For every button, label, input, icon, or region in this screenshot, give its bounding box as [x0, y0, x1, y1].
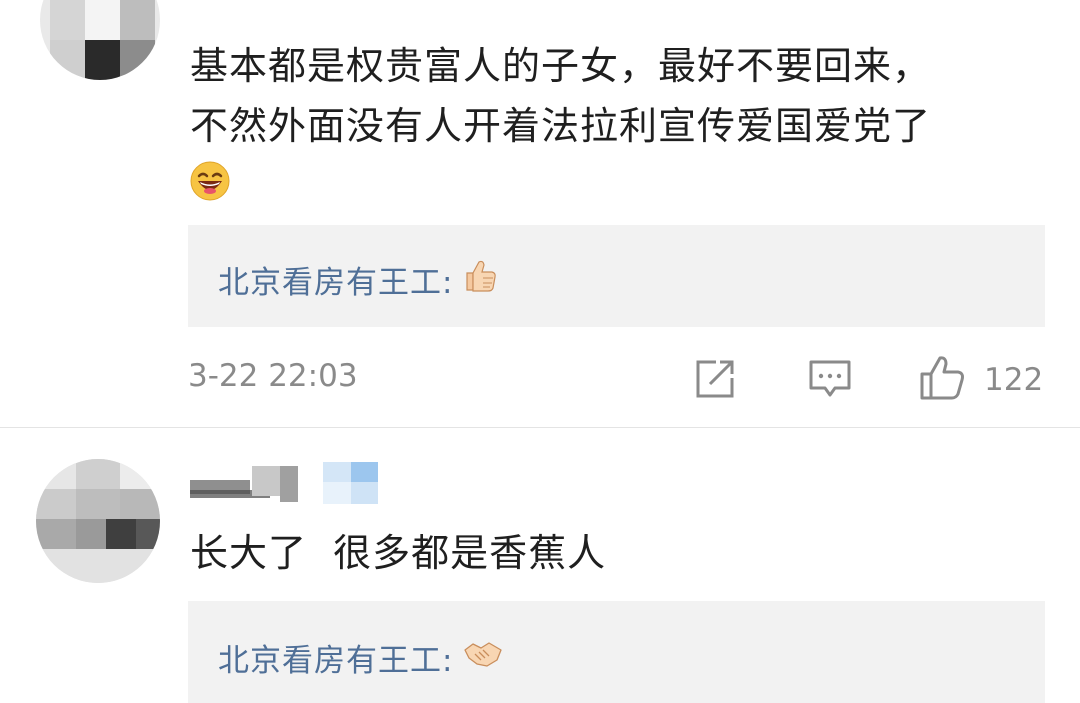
- thumbs-up-outline-icon: [918, 354, 966, 406]
- comment-line: 基本都是权贵富人的子女，最好不要回来，: [190, 44, 932, 88]
- thumbs-up-icon: [463, 258, 499, 302]
- share-button[interactable]: [694, 358, 736, 404]
- handshake-icon: [463, 638, 503, 678]
- reply-author-link[interactable]: 北京看房有王工:: [218, 257, 453, 302]
- share-icon: [694, 358, 736, 404]
- comment-line: 不然外面没有人开着法拉利宣传爱国爱党了: [190, 104, 932, 148]
- comment-text: 基本都是权贵富人的子女，最好不要回来， 不然外面没有人开着法拉利宣传爱国爱党了: [190, 36, 931, 156]
- like-count: 122: [984, 362, 1044, 398]
- avatar[interactable]: [40, 0, 160, 80]
- like-button[interactable]: 122: [918, 354, 1043, 406]
- reply-box[interactable]: 北京看房有王工:: [188, 601, 1045, 703]
- comment-thread: 基本都是权贵富人的子女，最好不要回来， 不然外面没有人开着法拉利宣传爱国爱党了 …: [0, 0, 1080, 703]
- reply-box[interactable]: 北京看房有王工:: [188, 225, 1045, 327]
- comment-text: 长大了 很多都是香蕉人: [190, 523, 606, 583]
- comment-icon: [808, 358, 852, 404]
- comment-divider: [0, 427, 1080, 428]
- comment-line: 长大了 很多都是香蕉人: [190, 531, 607, 575]
- laughing-face-icon: [190, 161, 230, 205]
- reply-line: 北京看房有王工:: [218, 257, 499, 302]
- reply-line: 北京看房有王工:: [218, 635, 503, 680]
- username-blurred[interactable]: [190, 462, 300, 502]
- reply-button[interactable]: [808, 358, 852, 404]
- reply-author-link[interactable]: 北京看房有王工:: [218, 635, 453, 680]
- avatar[interactable]: [36, 459, 160, 583]
- badge-blurred: [323, 462, 378, 504]
- timestamp: 3-22 22:03: [188, 358, 358, 394]
